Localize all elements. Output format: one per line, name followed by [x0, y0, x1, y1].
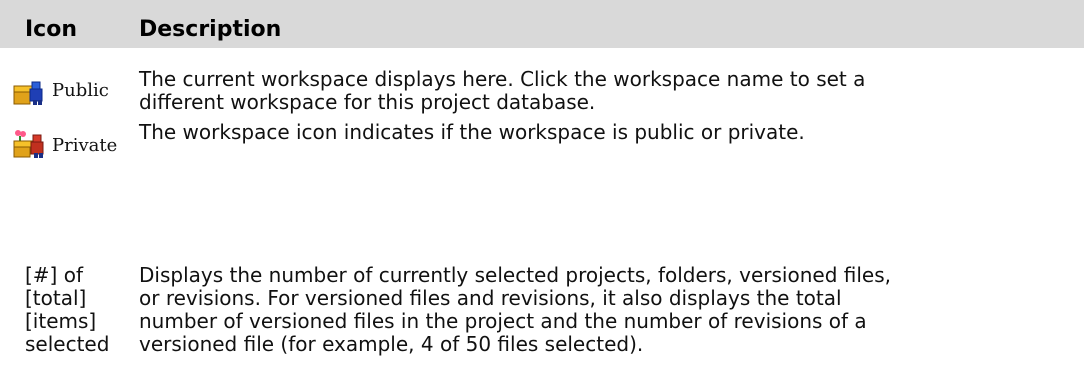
header-description-column: Description [139, 17, 282, 42]
label-line: [items] [25, 309, 97, 333]
row-description: The workspace icon indicates if the work… [139, 121, 805, 144]
description-line: or revisions. For versioned files and re… [139, 286, 842, 310]
selection-count-label: [#] of [total] [items] selected [25, 264, 109, 356]
description-line: versioned file (for example, 4 of 50 fil… [139, 332, 644, 356]
table-header: Icon Description [0, 0, 1084, 48]
description-line: number of versioned files in the project… [139, 309, 867, 333]
description-line: Displays the number of currently selecte… [139, 263, 891, 287]
label-line: selected [25, 332, 110, 356]
description-line: different workspace for this project dat… [139, 90, 596, 114]
row-description: The current workspace displays here. Cli… [139, 68, 865, 114]
row-description: Displays the number of currently selecte… [139, 264, 891, 356]
public-workspace-icon [12, 76, 48, 106]
description-line: The workspace icon indicates if the work… [139, 120, 805, 144]
private-label: Private [52, 135, 118, 156]
private-workspace-icon [12, 129, 48, 159]
label-line: [total] [25, 286, 87, 310]
public-label: Public [52, 80, 109, 101]
description-line: The current workspace displays here. Cli… [139, 67, 866, 91]
label-line: [#] of [25, 263, 83, 287]
header-icon-column: Icon [25, 17, 78, 42]
